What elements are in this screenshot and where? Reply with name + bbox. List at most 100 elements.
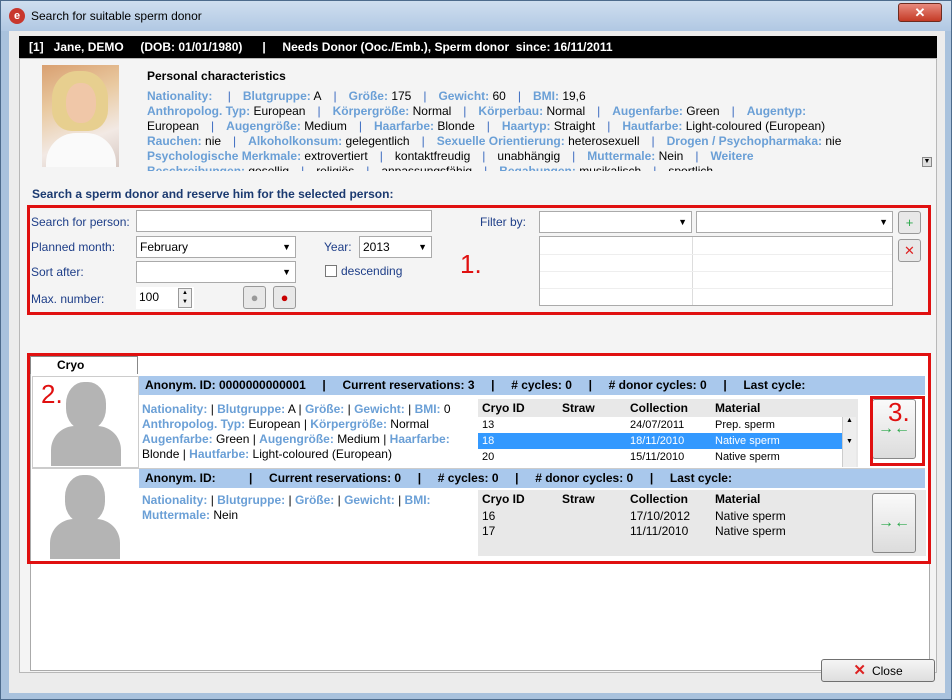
annotation-box-2: [27, 353, 931, 564]
characteristic-label: Blutgruppe:: [242, 89, 311, 103]
characteristic-value: A: [313, 89, 322, 103]
characteristic-value: Light-coloured (European): [685, 119, 826, 133]
separator: |: [233, 134, 237, 148]
separator: |: [731, 104, 735, 118]
characteristic-label: Augenfarbe:: [612, 104, 683, 118]
remove-filter-button[interactable]: ✕: [898, 239, 921, 262]
separator: |: [486, 119, 490, 133]
characteristic-value: Straight: [553, 119, 596, 133]
characteristic-label: Begabungen:: [499, 164, 576, 171]
characteristic-value: anpassungsfähig: [381, 164, 473, 171]
descending-checkbox[interactable]: [325, 265, 337, 277]
sort-after-label: Sort after:: [31, 265, 84, 279]
characteristic-label: Anthropolog. Typ:: [147, 104, 251, 118]
characteristic-label: Größe:: [348, 89, 388, 103]
characteristic-label: Haartyp:: [501, 119, 551, 133]
search-section-title: Search a sperm donor and reserve him for…: [32, 187, 394, 201]
chevron-down-icon: ▼: [879, 217, 888, 227]
max-number-label: Max. number:: [31, 292, 105, 306]
add-icon: +: [905, 215, 914, 230]
window-close-button[interactable]: ✕: [898, 3, 942, 22]
characteristic-value: Green: [686, 104, 720, 118]
delete-icon: ✕: [904, 243, 915, 258]
sort-after-dropdown[interactable]: ▼: [136, 261, 296, 283]
planned-month-dropdown[interactable]: February ▼: [136, 236, 296, 258]
characteristic-value: Normal: [412, 104, 452, 118]
separator: |: [333, 89, 337, 103]
annotation-number-3: 3.: [888, 397, 910, 427]
characteristic-label: Psychologische Merkmale:: [147, 149, 302, 163]
separator: |: [695, 149, 699, 163]
title-bar: e Search for suitable sperm donor ✕: [1, 1, 951, 31]
blood-drop-icon: ●: [280, 290, 289, 305]
filter-list[interactable]: [539, 236, 893, 306]
characteristic-value: nie: [825, 134, 842, 148]
separator: |: [379, 149, 383, 163]
separator: |: [366, 164, 370, 171]
characteristic-value: European: [253, 104, 306, 118]
annotation-number-1: 1.: [460, 249, 482, 279]
planned-month-value: February: [140, 240, 189, 254]
patient-photo: [42, 65, 119, 167]
characteristic-label: Körpergröße:: [332, 104, 410, 118]
characteristic-label: Augentyp:: [746, 104, 807, 118]
annotation-number-2: 2.: [41, 379, 63, 409]
person-icon: ●: [250, 290, 259, 305]
window-title: Search for suitable sperm donor: [31, 9, 202, 23]
characteristic-label: Nationality:: [147, 89, 213, 103]
characteristic-label: Gewicht:: [438, 89, 490, 103]
characteristic-label: Alkoholkonsum:: [248, 134, 343, 148]
search-person-input[interactable]: [136, 210, 432, 232]
characteristic-label: Haarfarbe:: [374, 119, 435, 133]
max-number-stepper[interactable]: ▲ ▼: [178, 288, 192, 308]
add-filter-button[interactable]: +: [898, 211, 921, 234]
chevron-down-icon: ▼: [282, 242, 291, 252]
characteristic-value: musikalisch: [579, 164, 642, 171]
separator: |: [301, 164, 305, 171]
app-logo-icon: e: [9, 8, 25, 24]
blood-drop-button[interactable]: ●: [273, 286, 296, 309]
characteristic-value: 175: [391, 89, 412, 103]
characteristic-label: Körperbau:: [478, 104, 544, 118]
filter-value-dropdown[interactable]: ▼: [696, 211, 893, 233]
characteristics-line: European | Augengröße: Medium | Haarfarbe: B…: [147, 119, 922, 134]
dialog-window: e Search for suitable sperm donor ✕ [1] …: [0, 0, 952, 700]
filter-field-dropdown[interactable]: ▼: [539, 211, 692, 233]
characteristic-value: Medium: [304, 119, 347, 133]
separator: |: [607, 119, 611, 133]
person-silhouette-button[interactable]: ●: [243, 286, 266, 309]
content-panel: Personal characteristics Nationality: | B…: [19, 58, 937, 673]
separator: |: [421, 134, 425, 148]
characteristic-value: European: [147, 119, 200, 133]
separator: |: [653, 164, 657, 171]
characteristics-title: Personal characteristics: [147, 69, 286, 83]
characteristics-line: Rauchen: nie | Alkoholkonsum: gelegentlich…: [147, 134, 922, 149]
characteristics-line: Nationality: | Blutgruppe: A | Größe: 175 | G…: [147, 89, 922, 104]
descending-label: descending: [341, 264, 403, 278]
separator: |: [484, 164, 488, 171]
separator: |: [227, 89, 231, 103]
planned-month-label: Planned month:: [31, 240, 116, 254]
separator: |: [463, 104, 467, 118]
dialog-client-area: [1] Jane, DEMO (DOB: 01/01/1980) | Needs…: [9, 31, 945, 693]
chevron-down-icon: ▼: [678, 217, 687, 227]
characteristics-scroll-down-icon[interactable]: ▼: [922, 157, 932, 167]
characteristic-label: Muttermale:: [587, 149, 656, 163]
year-dropdown[interactable]: 2013 ▼: [359, 236, 432, 258]
close-button[interactable]: ✕ Close: [821, 659, 935, 682]
characteristic-value: Blonde: [437, 119, 475, 133]
characteristic-value: gesellig: [248, 164, 290, 171]
characteristic-value: extrovertiert: [304, 149, 368, 163]
separator: |: [597, 104, 601, 118]
separator: |: [572, 149, 576, 163]
characteristic-value: unabhängig: [497, 149, 561, 163]
year-label: Year:: [324, 240, 352, 254]
characteristic-label: Beschreibungen:: [147, 164, 246, 171]
characteristics-line: Anthropolog. Typ: European | Körpergröße: …: [147, 104, 922, 119]
patient-header: [1] Jane, DEMO (DOB: 01/01/1980) | Needs…: [19, 36, 937, 58]
separator: |: [482, 149, 486, 163]
characteristic-label: Augengröße:: [226, 119, 301, 133]
separator: |: [423, 89, 427, 103]
chevron-down-icon: ▼: [282, 267, 291, 277]
separator: |: [317, 104, 321, 118]
